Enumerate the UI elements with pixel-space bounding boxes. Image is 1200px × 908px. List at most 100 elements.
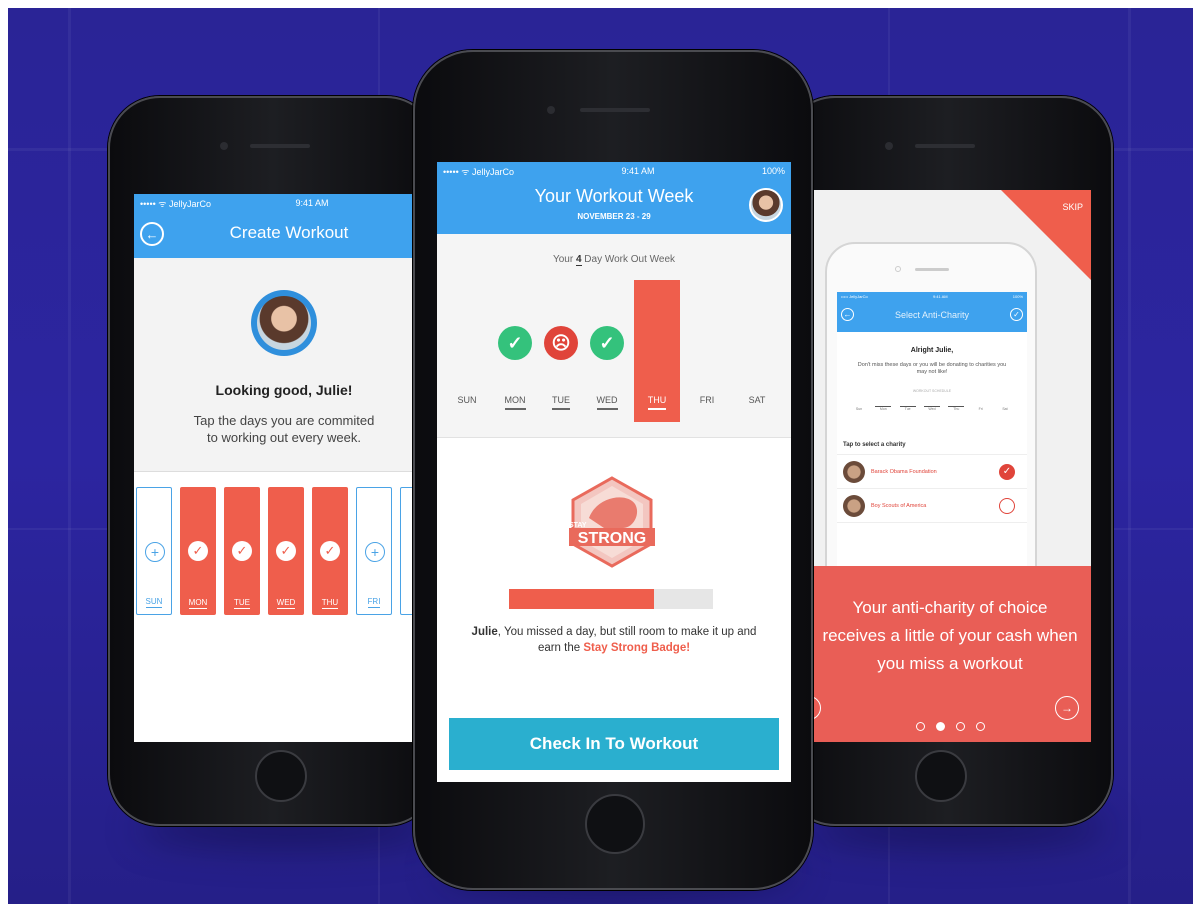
charity-avatar: [843, 460, 865, 483]
inner-day: Tue: [899, 402, 916, 411]
status-bar: ••••• ᯤ JellyJarCo 9:41 AM 100%: [437, 162, 791, 180]
left-screen: ••••• ᯤ JellyJarCo 9:41 AM 100 ← Create …: [134, 194, 434, 742]
page-dot[interactable]: [955, 722, 965, 731]
weekday-mon[interactable]: MON: [495, 395, 535, 410]
inner-subtitle: Don't miss these days or you will be don…: [857, 362, 1007, 375]
background-scene: ••••• ᯤ JellyJarCo 9:41 AM 100 ← Create …: [8, 8, 1193, 904]
page-dot[interactable]: [915, 722, 925, 731]
status-bar: ••••• ᯤ JellyJarCo 9:41 AM 100: [134, 194, 434, 212]
charity-row[interactable]: Boy Scouts of America: [837, 488, 1027, 522]
charity-list-title: Tap to select a charity: [843, 442, 906, 448]
page-dot[interactable]: [935, 722, 945, 731]
left-phone: ••••• ᯤ JellyJarCo 9:41 AM 100 ← Create …: [108, 96, 438, 826]
check-in-label: Check In To Workout: [529, 734, 699, 753]
day-label: WED: [276, 598, 296, 609]
checkmark-icon: ✓: [498, 326, 532, 360]
center-phone: ••••• ᯤ JellyJarCo 9:41 AM 100% Your Wor…: [413, 50, 813, 890]
check-in-button[interactable]: Check In To Workout: [449, 718, 779, 770]
charity-avatar: [843, 494, 865, 517]
checkmark-icon: ✓: [590, 326, 624, 360]
charity-name: Boy Scouts of America: [871, 502, 927, 509]
day-toggle-wed[interactable]: ✓ WED: [268, 487, 304, 615]
day-toggle-mon[interactable]: ✓ MON: [180, 487, 216, 615]
inner-day: Wed: [923, 402, 940, 411]
check-icon: ✓: [188, 541, 208, 561]
next-arrow-icon[interactable]: →: [1055, 696, 1079, 720]
schedule-label: WORKOUT SCHEDULE: [912, 389, 952, 393]
inner-heading: Alright Julie,: [910, 347, 954, 354]
inner-time: 9:41 AM: [932, 294, 948, 299]
inner-battery: 100%: [1012, 294, 1023, 299]
instruction: Tap the days you are commited to working…: [193, 413, 375, 445]
time-label: 9:41 AM: [295, 198, 329, 208]
inner-screen: ••••• JellyJarCo 9:41 AM 100% ← Select A…: [837, 292, 1027, 600]
page-dot[interactable]: [975, 722, 985, 731]
front-camera: [547, 106, 555, 114]
badge-line1: STAY: [569, 522, 587, 529]
status-message: Julie, You missed a day, but still room …: [471, 626, 757, 654]
day-toggle-thu[interactable]: ✓ THU: [312, 487, 348, 615]
inner-carrier: ••••• JellyJarCo: [841, 294, 868, 299]
day-label: THU: [321, 598, 339, 609]
weekday-thu[interactable]: THU: [637, 395, 677, 410]
day-toggle-sun[interactable]: + SUN: [136, 487, 172, 615]
right-screen: SKIP ••••• JellyJarCo 9:41 AM 100% ← Sel…: [809, 190, 1091, 742]
weekday-sun[interactable]: SUN: [447, 395, 487, 405]
check-icon: ✓: [320, 541, 340, 561]
weekday-wed[interactable]: WED: [587, 395, 627, 410]
badge-progress-fill: [509, 589, 654, 609]
avatar[interactable]: [251, 290, 317, 356]
checked-circle-icon[interactable]: ✓: [999, 464, 1015, 480]
left-header: ••••• ᯤ JellyJarCo 9:41 AM 100 ← Create …: [134, 194, 434, 258]
charity-row[interactable]: Barack Obama Foundation ✓: [837, 454, 1027, 488]
plus-icon: +: [145, 542, 165, 562]
center-header: ••••• ᯤ JellyJarCo 9:41 AM 100% Your Wor…: [437, 162, 791, 234]
empty-circle-icon[interactable]: [999, 498, 1015, 514]
weekday-tue[interactable]: TUE: [541, 395, 581, 410]
plus-icon: +: [365, 542, 385, 562]
inner-day: Sat: [997, 402, 1013, 411]
carrier-label: ••••• ᯤ JellyJarCo: [443, 166, 514, 177]
weekday-sat[interactable]: SAT: [737, 395, 777, 405]
day-label: FRI: [367, 597, 381, 608]
page-title: Create Workout: [229, 223, 349, 242]
home-button[interactable]: [585, 794, 645, 854]
day-label: MON: [188, 598, 208, 609]
stay-strong-badge-icon: STAY STRONG: [567, 474, 657, 570]
promo-panel: Your anti-charity of choice receives a l…: [809, 566, 1091, 742]
front-camera: [885, 142, 893, 150]
home-button[interactable]: [915, 750, 967, 802]
carrier-label: ••••• ᯤ JellyJarCo: [140, 198, 211, 209]
inner-header: ••••• JellyJarCo 9:41 AM 100% ← Select A…: [837, 292, 1027, 332]
skip-label[interactable]: SKIP: [1062, 202, 1083, 212]
inner-day: Fri: [973, 402, 989, 411]
check-icon: ✓: [232, 541, 252, 561]
check-icon[interactable]: ✓: [1010, 308, 1023, 321]
greeting: Looking good, Julie!: [215, 382, 353, 398]
week-summary: Your 4 Day Work Out Week: [552, 254, 676, 266]
time-label: 9:41 AM: [621, 166, 655, 176]
battery-label: 100%: [761, 166, 785, 176]
charity-row[interactable]: [837, 522, 1027, 542]
check-icon: ✓: [276, 541, 296, 561]
home-button[interactable]: [255, 750, 307, 802]
center-screen: ••••• ᯤ JellyJarCo 9:41 AM 100% Your Wor…: [437, 162, 791, 782]
earpiece: [580, 108, 650, 112]
right-phone: SKIP ••••• JellyJarCo 9:41 AM 100% ← Sel…: [783, 96, 1113, 826]
inner-phone-mockup: ••••• JellyJarCo 9:41 AM 100% ← Select A…: [825, 242, 1037, 602]
promo-text: Your anti-charity of choice receives a l…: [822, 598, 1078, 673]
day-toggle-fri[interactable]: + FRI: [356, 487, 392, 615]
avatar[interactable]: [749, 188, 783, 222]
week-dates: NOVEMBER 23 - 29: [577, 212, 651, 221]
page-title: Your Workout Week: [534, 186, 694, 206]
inner-day: Thu: [948, 402, 965, 411]
inner-day-row: Sun Mon Tue Wed Thu Fri Sat: [851, 402, 1013, 411]
badge-line2: STRONG: [577, 530, 647, 547]
day-label: SUN: [145, 597, 163, 608]
page-dots: [809, 722, 1091, 731]
inner-title: Select Anti-Charity: [894, 310, 970, 320]
inner-day: Mon: [875, 402, 892, 411]
earpiece: [250, 144, 310, 148]
weekday-fri[interactable]: FRI: [687, 395, 727, 405]
day-toggle-tue[interactable]: ✓ TUE: [224, 487, 260, 615]
